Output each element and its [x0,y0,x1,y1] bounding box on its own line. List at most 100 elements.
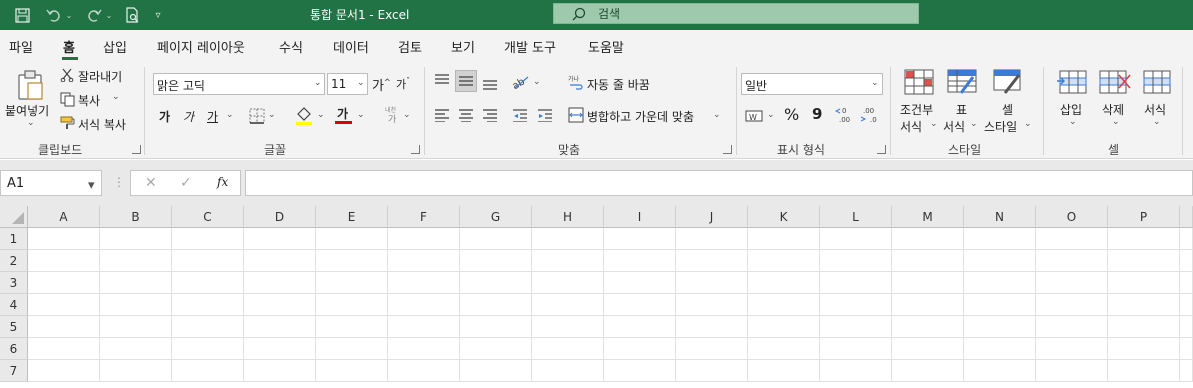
redo-dropdown-icon[interactable]: ⌄ [104,5,114,25]
cell-N6[interactable] [964,338,1036,360]
cell-F7[interactable] [388,360,460,382]
cell-N1[interactable] [964,228,1036,250]
column-header-E[interactable]: E [316,206,388,228]
cell-H7[interactable] [532,360,604,382]
cell-B6[interactable] [100,338,172,360]
format-painter-button[interactable]: 서식 복사 [78,116,126,133]
column-header-H[interactable]: H [532,206,604,228]
decrease-font-size-button[interactable]: 가ˇ [396,76,410,92]
cell-E3[interactable] [316,272,388,294]
tab-review[interactable]: 검토 [398,37,422,56]
cell-F2[interactable] [388,250,460,272]
cell-J3[interactable] [676,272,748,294]
cell-E4[interactable] [316,294,388,316]
underline-dropdown-icon[interactable]: ⌄ [226,110,234,120]
tab-view[interactable]: 보기 [451,37,475,56]
cell-F4[interactable] [388,294,460,316]
row-header-7[interactable]: 7 [0,360,28,382]
cell-C4[interactable] [172,294,244,316]
column-header-J[interactable]: J [676,206,748,228]
column-header-K[interactable]: K [748,206,820,228]
cell-D6[interactable] [244,338,316,360]
cut-icon[interactable] [60,68,74,85]
cell-P3[interactable] [1108,272,1180,294]
tab-insert[interactable]: 삽입 [103,37,127,56]
cell-K2[interactable] [748,250,820,272]
cell-J6[interactable] [676,338,748,360]
cell-N2[interactable] [964,250,1036,272]
merge-dropdown-icon[interactable]: ⌄ [713,110,721,120]
cell-E7[interactable] [316,360,388,382]
select-all-button[interactable] [0,206,28,228]
cell-I3[interactable] [604,272,676,294]
name-box[interactable]: A1 ▾ [0,170,102,196]
column-header-G[interactable]: G [460,206,532,228]
cell-J1[interactable] [676,228,748,250]
accounting-dropdown-icon[interactable]: ⌄ [767,110,775,120]
cell-M2[interactable] [892,250,964,272]
cell-B7[interactable] [100,360,172,382]
fill-color-icon[interactable] [295,106,313,129]
format-as-table-button-line2[interactable]: 서식 [943,118,965,135]
cell-A1[interactable] [28,228,100,250]
align-right-icon[interactable] [482,108,498,125]
cell-I7[interactable] [604,360,676,382]
cell-M3[interactable] [892,272,964,294]
cell-overflow[interactable] [1180,250,1193,272]
cell-C6[interactable] [172,338,244,360]
cell-I1[interactable] [604,228,676,250]
column-header-I[interactable]: I [604,206,676,228]
cell-B4[interactable] [100,294,172,316]
save-icon[interactable] [12,5,32,25]
borders-dropdown-icon[interactable]: ⌄ [268,110,276,120]
column-header-M[interactable]: M [892,206,964,228]
cell-M6[interactable] [892,338,964,360]
wrap-text-icon[interactable]: 가나 [568,74,584,93]
font-dialog-launcher-icon[interactable] [411,145,420,154]
cut-button[interactable]: 잘라내기 [78,68,122,85]
cell-K7[interactable] [748,360,820,382]
font-size-select[interactable]: 11 ⌄ [327,73,368,95]
conditional-formatting-button[interactable]: 조건부 [900,101,933,118]
insert-function-button[interactable]: fx [217,175,228,189]
cell-B2[interactable] [100,250,172,272]
insert-dropdown-icon[interactable]: ⌄ [1069,117,1077,127]
cell-overflow[interactable] [1180,294,1193,316]
cell-D3[interactable] [244,272,316,294]
phonetic-dropdown-icon[interactable]: ⌄ [403,110,411,120]
cell-G1[interactable] [460,228,532,250]
cell-overflow[interactable] [1180,360,1193,382]
cell-P7[interactable] [1108,360,1180,382]
cell-A4[interactable] [28,294,100,316]
cell-D2[interactable] [244,250,316,272]
paste-dropdown-icon[interactable]: ⌄ [27,118,35,128]
cell-L6[interactable] [820,338,892,360]
insert-cells-icon[interactable] [1056,69,1088,98]
delete-cells-button[interactable]: 삭제 [1102,101,1124,118]
decrease-decimal-icon[interactable]: .00.0 [860,106,880,127]
font-color-button[interactable]: 가 [337,105,348,122]
cell-overflow[interactable] [1180,316,1193,338]
customize-toolbar-icon[interactable]: ▿ [150,5,166,25]
cell-H2[interactable] [532,250,604,272]
format-as-table-button[interactable]: 표 [956,101,967,118]
cell-overflow[interactable] [1180,338,1193,360]
tab-page-layout[interactable]: 페이지 레이아웃 [157,37,245,56]
cell-N4[interactable] [964,294,1036,316]
cancel-entry-icon[interactable]: ✕ [145,175,157,191]
cell-J2[interactable] [676,250,748,272]
cell-I5[interactable] [604,316,676,338]
cell-M4[interactable] [892,294,964,316]
cell-M1[interactable] [892,228,964,250]
bottom-align-icon[interactable] [482,77,498,94]
cell-G4[interactable] [460,294,532,316]
cell-K3[interactable] [748,272,820,294]
cell-P4[interactable] [1108,294,1180,316]
row-header-4[interactable]: 4 [0,294,28,316]
cell-M5[interactable] [892,316,964,338]
orientation-dropdown-icon[interactable]: ⌄ [533,77,541,87]
row-header-2[interactable]: 2 [0,250,28,272]
cell-G2[interactable] [460,250,532,272]
cell-C7[interactable] [172,360,244,382]
cell-D7[interactable] [244,360,316,382]
